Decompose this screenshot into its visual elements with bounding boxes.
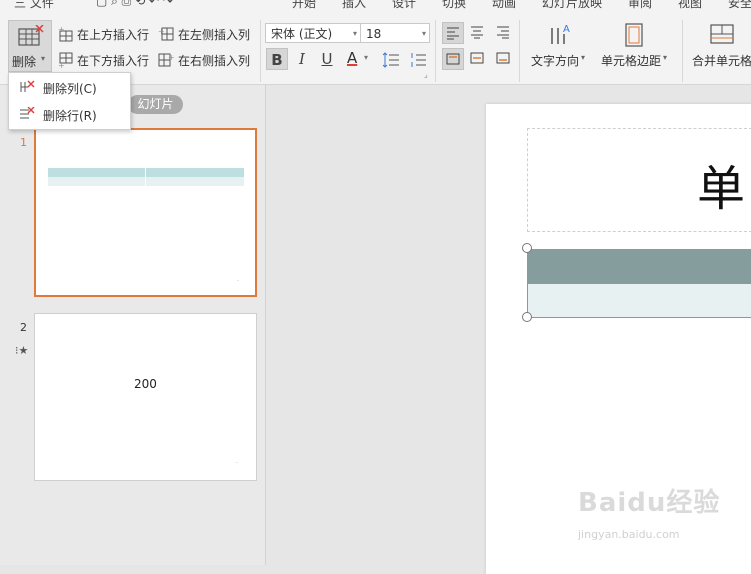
insert-col-left-icon: + (158, 27, 174, 41)
text-direction-label: 文字方向 (531, 54, 580, 68)
merge-cells-button[interactable]: 合并单元格 (690, 20, 751, 74)
font-size-value: 18 (366, 27, 382, 41)
menu-review[interactable]: 审阅 (628, 0, 652, 11)
align-right-icon[interactable] (496, 25, 510, 39)
table-delete-icon (18, 25, 44, 46)
bold-button[interactable]: B (266, 48, 288, 70)
delete-label: 删除 (12, 55, 37, 69)
insert-col-right-button[interactable]: + 在右侧插入列 (158, 50, 254, 70)
delete-column-item[interactable]: 删除列(C) (9, 74, 130, 100)
thumb-table-divider (145, 168, 146, 186)
insert-row-below-icon: + (58, 52, 73, 68)
insert-col-right-label: 在右侧插入列 (178, 54, 251, 68)
insert-row-below-button[interactable]: + 在下方插入行 (58, 50, 154, 70)
svg-text:+: + (158, 27, 165, 36)
align-center-icon[interactable] (470, 25, 484, 39)
svg-text:+: + (168, 53, 174, 62)
insert-row-above-button[interactable]: + 在上方插入行 (58, 24, 154, 44)
ribbon-separator (260, 20, 261, 82)
underline-button[interactable]: U (316, 48, 338, 70)
delete-column-icon (20, 80, 35, 92)
paragraph-spacing-icon[interactable] (409, 52, 427, 68)
delete-column-label: 删除列(C) (43, 82, 97, 96)
table-header-row[interactable] (528, 250, 751, 284)
ribbon-separator (682, 20, 683, 82)
slide-title-text: 单 (697, 161, 746, 217)
quick-access-icons[interactable]: ▢ ⌕ ⎙ ⟲ ↶ ↷ (96, 0, 173, 9)
font-color-button[interactable]: A ▾ (344, 48, 374, 70)
insert-row-below-label: 在下方插入行 (77, 54, 150, 68)
svg-text:A: A (563, 24, 570, 35)
align-top-button[interactable] (442, 48, 464, 70)
italic-button[interactable]: I (291, 48, 313, 70)
merge-cells-label: 合并单元格 (692, 54, 751, 68)
menu-home[interactable]: 开始 (292, 0, 316, 11)
chevron-down-icon: ▾ (41, 54, 46, 63)
delete-row-item[interactable]: 删除行(R) (9, 101, 130, 127)
font-dialog-launcher-icon[interactable]: ⌟ (424, 70, 428, 79)
thumb-table-row (48, 177, 244, 186)
text-direction-icon: A (551, 24, 570, 44)
svg-text:+: + (58, 61, 65, 68)
chevron-down-icon: ▾ (421, 29, 426, 38)
menu-transition[interactable]: 切换 (442, 0, 466, 11)
insert-col-left-button[interactable]: + 在左侧插入列 (158, 24, 254, 44)
watermark-logo: Baidu经验 (578, 488, 721, 518)
chevron-down-icon: ▾ (352, 29, 357, 38)
ribbon-separator (519, 20, 520, 82)
line-spacing-icon[interactable] (382, 52, 400, 68)
insert-col-left-label: 在左侧插入列 (178, 28, 251, 42)
menu-insert[interactable]: 插入 (342, 0, 366, 11)
chevron-down-icon: ▾ (364, 53, 369, 62)
menu-slideshow[interactable]: 幻灯片放映 (542, 0, 602, 11)
slide-thumbnail-1[interactable]: · (34, 128, 257, 297)
align-left-icon (447, 27, 459, 40)
delete-row-icon (20, 107, 35, 119)
cell-margin-button[interactable]: 单元格边距 ▾ (600, 20, 672, 74)
chevron-down-icon: ▾ (581, 53, 586, 62)
delete-button[interactable]: 删除 ▾ (8, 20, 52, 72)
cell-margin-icon (625, 23, 643, 47)
slide-number: 1 (20, 136, 27, 149)
animation-star-icon: ⁝★ (15, 344, 29, 357)
menu-file[interactable]: 三 文件 (14, 0, 54, 11)
align-top-icon (446, 53, 460, 65)
menu-animation[interactable]: 动画 (492, 0, 516, 11)
font-size-select[interactable]: 18 ▾ (360, 23, 430, 43)
ribbon-separator (435, 20, 436, 82)
insert-col-right-icon: + (158, 53, 174, 67)
table-row[interactable] (528, 284, 751, 317)
slide-number: 2 (20, 321, 27, 334)
svg-text:+: + (58, 26, 65, 34)
font-color-label: A (347, 49, 358, 67)
font-name-select[interactable]: 宋体 (正文) ▾ (265, 23, 361, 43)
thumb-page-mark: · (236, 460, 238, 467)
font-name-value: 宋体 (正文) (271, 27, 333, 41)
align-middle-icon[interactable] (470, 52, 484, 64)
delete-dropdown-menu: 删除列(C) 删除行(R) (8, 72, 131, 130)
delete-row-label: 删除行(R) (43, 109, 97, 123)
align-bottom-icon[interactable] (496, 52, 510, 64)
text-direction-button[interactable]: A 文字方向 ▾ (528, 20, 590, 74)
slide-table[interactable] (527, 249, 751, 318)
menu-design[interactable]: 设计 (392, 0, 416, 11)
slide-thumbnail-2[interactable]: 200 · (34, 313, 257, 481)
insert-row-above-icon: + (58, 26, 73, 42)
align-left-button[interactable] (442, 22, 464, 44)
menu-security[interactable]: 安全 (728, 0, 751, 11)
menu-bar: 三 文件 ▢ ⌕ ⎙ ⟲ ↶ ↷ 开始 插入 设计 切换 动画 幻灯片放映 审阅… (0, 0, 751, 14)
resize-handle-top-left[interactable] (522, 243, 532, 253)
thumb-text: 200 (134, 377, 157, 391)
menu-view[interactable]: 视图 (678, 0, 702, 11)
insert-row-above-label: 在上方插入行 (77, 28, 150, 42)
thumb-table-header (48, 168, 244, 177)
slides-tab[interactable]: 幻灯片 (128, 95, 183, 114)
watermark-url: jingyan.baidu.com (578, 528, 680, 541)
merge-cells-icon (710, 24, 734, 44)
chevron-down-icon: ▾ (663, 53, 668, 62)
resize-handle-bottom-left[interactable] (522, 312, 532, 322)
cell-margin-label: 单元格边距 (601, 54, 662, 68)
thumb-page-mark: · (237, 278, 239, 285)
